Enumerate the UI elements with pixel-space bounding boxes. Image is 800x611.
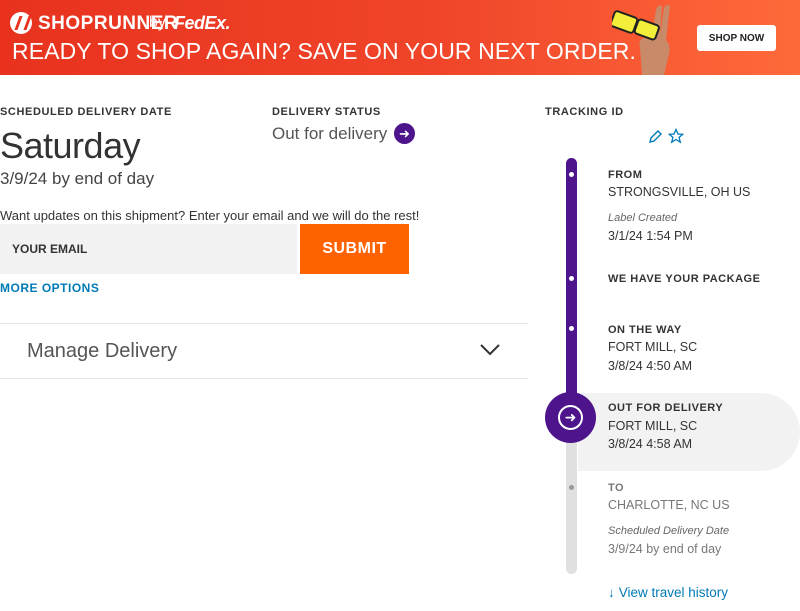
event-title: ON THE WAY xyxy=(608,324,682,336)
timeline-dot xyxy=(569,326,574,331)
arrow-down-icon: ↓ xyxy=(608,585,615,600)
view-travel-history-link[interactable]: ↓ View travel history xyxy=(608,585,728,600)
progress-track-completed xyxy=(566,158,577,413)
banner-headline: READY TO SHOP AGAIN? SAVE ON YOUR NEXT O… xyxy=(12,38,636,64)
arrow-right-icon[interactable]: ➜ xyxy=(394,123,415,144)
timeline-dot xyxy=(569,276,574,281)
timeline-dot xyxy=(569,485,574,490)
hand-sunglasses-icon xyxy=(612,4,670,75)
updates-prompt: Want updates on this shipment? Enter you… xyxy=(0,208,420,223)
delivery-status-value: Out for delivery xyxy=(272,124,388,143)
event-time: 3/8/24 4:58 AM xyxy=(608,437,693,451)
event-location: STRONGSVILLE, OH US xyxy=(608,185,751,199)
event-time: 3/8/24 4:50 AM xyxy=(608,359,693,373)
event-note: Scheduled Delivery Date xyxy=(608,525,730,537)
shop-now-button[interactable]: SHOP NOW xyxy=(697,25,776,51)
submit-button[interactable]: SUBMIT xyxy=(300,224,409,274)
delivery-status-label: DELIVERY STATUS xyxy=(272,106,381,118)
event-location: CHARLOTTE, NC US xyxy=(608,498,730,512)
event-title: TO xyxy=(608,482,625,494)
star-icon[interactable] xyxy=(668,128,684,144)
tracking-id-label: TRACKING ID xyxy=(545,106,624,118)
delivery-date: 3/9/24 by end of day xyxy=(0,169,155,188)
event-title: FROM xyxy=(608,169,643,181)
more-options-link[interactable]: MORE OPTIONS xyxy=(0,281,99,295)
event-note: Label Created xyxy=(608,212,678,224)
manage-delivery-label: Manage Delivery xyxy=(27,340,178,362)
arrow-right-icon: ➜ xyxy=(558,405,583,430)
scheduled-delivery-label: SCHEDULED DELIVERY DATE xyxy=(0,106,172,118)
banner-by: by xyxy=(149,14,166,31)
timeline-dot xyxy=(569,172,574,177)
email-field[interactable] xyxy=(0,224,297,274)
delivery-day: Saturday xyxy=(0,125,141,166)
event-title: WE HAVE YOUR PACKAGE xyxy=(608,273,761,285)
banner-fedex: FedEx. xyxy=(174,13,231,33)
event-location: FORT MILL, SC xyxy=(608,340,698,354)
event-title: OUT FOR DELIVERY xyxy=(608,402,724,414)
view-history-label: View travel history xyxy=(618,585,729,600)
event-location: FORT MILL, SC xyxy=(608,419,698,433)
shoprunner-logo-icon xyxy=(10,12,32,34)
manage-delivery-accordion[interactable]: Manage Delivery xyxy=(0,323,528,379)
chevron-down-icon xyxy=(480,344,500,356)
pencil-icon[interactable] xyxy=(648,129,663,144)
promo-banner[interactable]: SHOPRUNNER by FedEx. READY TO SHOP AGAIN… xyxy=(0,0,800,75)
current-status-marker: ➜ xyxy=(545,392,596,443)
event-time: 3/9/24 by end of day xyxy=(608,542,722,556)
event-time: 3/1/24 1:54 PM xyxy=(608,229,693,243)
